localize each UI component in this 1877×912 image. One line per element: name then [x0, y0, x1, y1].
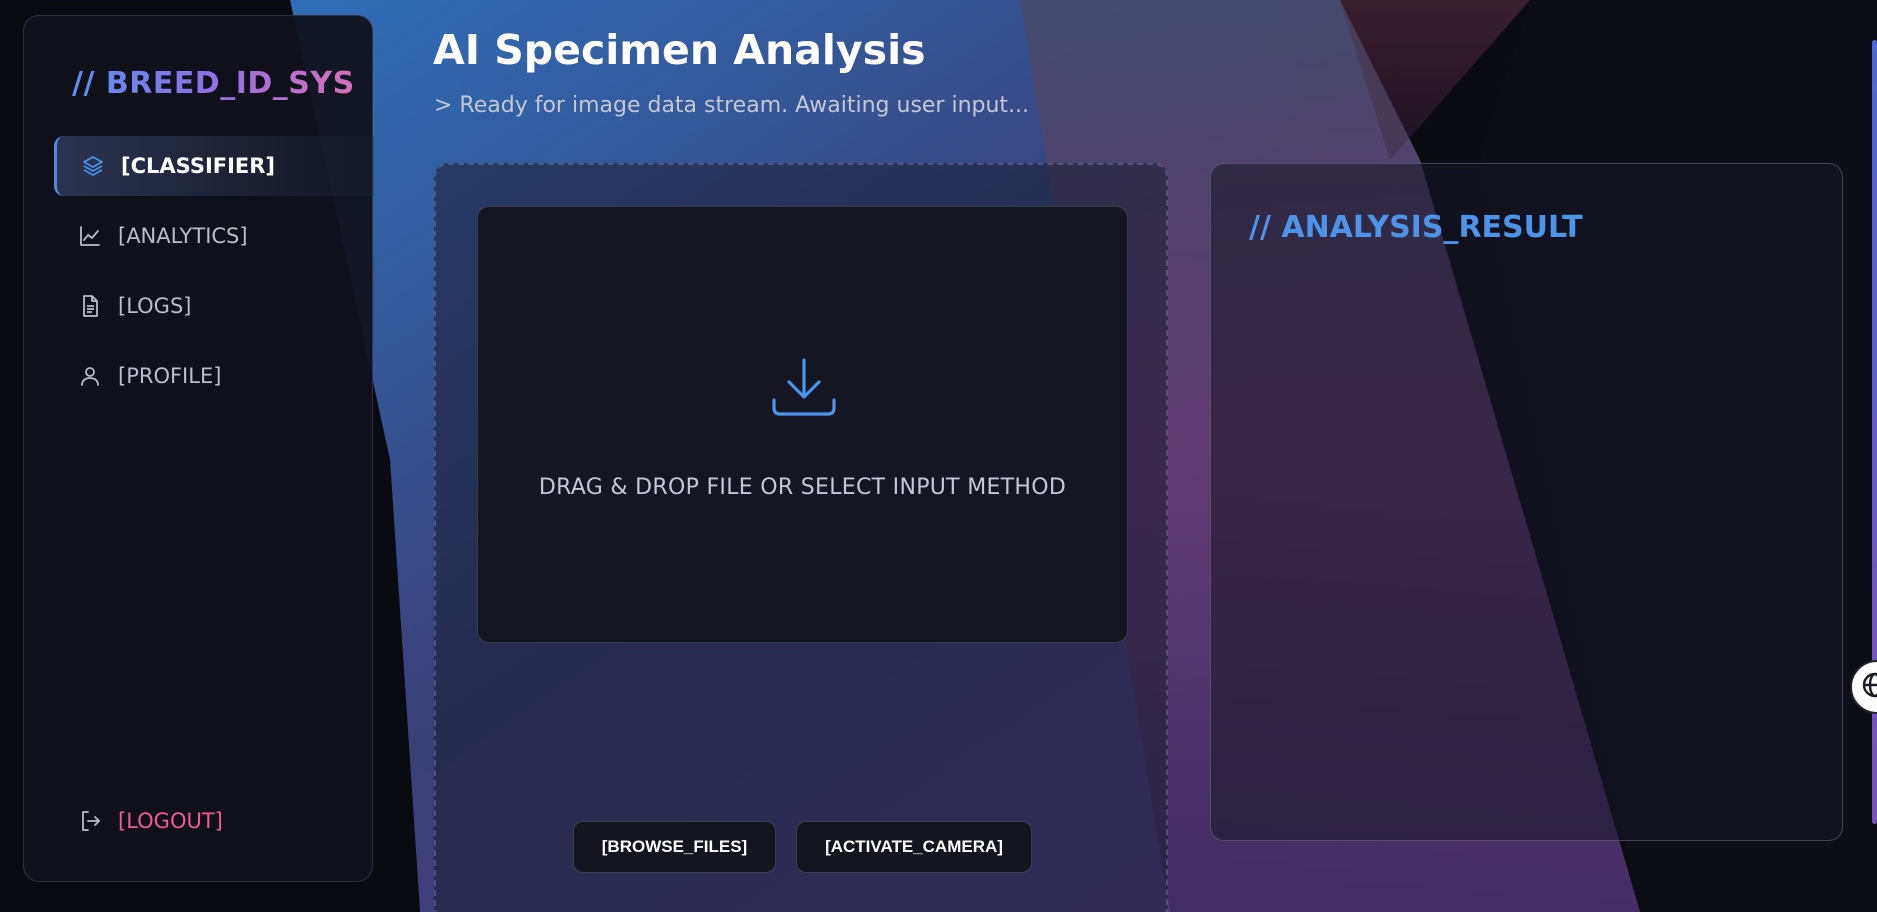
user-icon: [78, 364, 102, 388]
sidebar-item-analytics[interactable]: [ANALYTICS]: [54, 206, 374, 266]
activate-camera-button[interactable]: [ACTIVATE_CAMERA]: [796, 821, 1032, 873]
logout-label: [LOGOUT]: [118, 809, 223, 833]
sidebar-item-logs[interactable]: [LOGS]: [54, 276, 374, 336]
drop-zone[interactable]: DRAG & DROP FILE OR SELECT INPUT METHOD: [477, 206, 1128, 643]
logout-button[interactable]: [LOGOUT]: [54, 796, 344, 846]
globe-icon: [1860, 670, 1877, 704]
sidebar-item-profile[interactable]: [PROFILE]: [54, 346, 374, 406]
download-icon: [769, 352, 839, 422]
sidebar-item-label: [PROFILE]: [118, 364, 222, 388]
sidebar-nav: [CLASSIFIER] [ANALYTICS] [LOGS] [PROFILE…: [54, 136, 374, 416]
sidebar-item-label: [CLASSIFIER]: [121, 154, 276, 178]
status-subtitle: > Ready for image data stream. Awaiting …: [434, 93, 1030, 118]
brand-logo: // BREED_ID_SYS: [72, 66, 355, 101]
layers-icon: [81, 154, 105, 178]
drop-instructions: DRAG & DROP FILE OR SELECT INPUT METHOD: [538, 475, 1067, 500]
sidebar-item-label: [ANALYTICS]: [118, 224, 248, 248]
sidebar-item-classifier[interactable]: [CLASSIFIER]: [54, 136, 374, 196]
sidebar: // BREED_ID_SYS [CLASSIFIER] [ANALYTICS]: [23, 15, 374, 882]
page-title: AI Specimen Analysis: [433, 26, 926, 74]
analysis-result-panel: // ANALYSIS_RESULT: [1210, 163, 1843, 841]
upload-panel: DRAG & DROP FILE OR SELECT INPUT METHOD …: [434, 163, 1168, 912]
logout-icon: [78, 809, 102, 833]
document-icon: [78, 294, 102, 318]
result-title: // ANALYSIS_RESULT: [1249, 210, 1583, 245]
chart-line-icon: [78, 224, 102, 248]
browse-files-button[interactable]: [BROWSE_FILES]: [573, 821, 776, 873]
sidebar-item-label: [LOGS]: [118, 294, 192, 318]
